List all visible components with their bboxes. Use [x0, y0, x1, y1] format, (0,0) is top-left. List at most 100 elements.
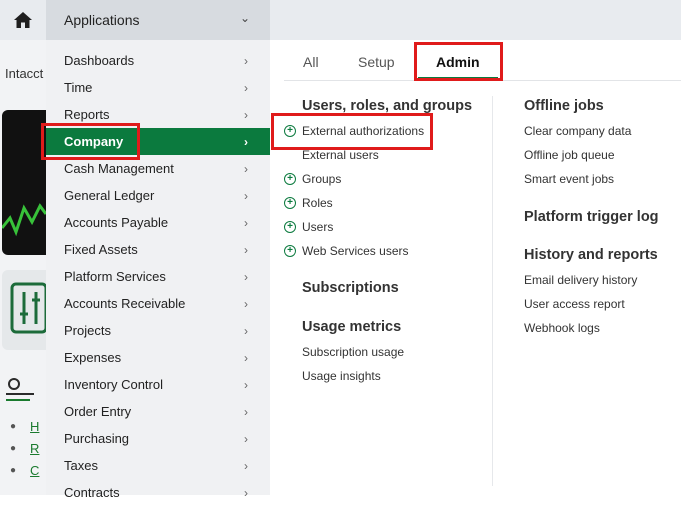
menu-item-order-entry[interactable]: Order Entry › [46, 398, 270, 425]
menu-item-accounts-payable[interactable]: Accounts Payable › [46, 209, 270, 236]
menu-item-contracts[interactable]: Contracts › [46, 479, 270, 506]
menu-item-label: Taxes [64, 458, 98, 473]
menu-item-dashboards[interactable]: Dashboards › [46, 47, 270, 74]
menu-item-label: Reports [64, 107, 110, 122]
link-user-access-report[interactable]: User access report [524, 297, 625, 311]
link-webhook-logs[interactable]: Webhook logs [524, 321, 600, 335]
add-circle-icon[interactable]: + [284, 125, 296, 137]
applications-menu: Dashboards › Time › Reports › Company › Cash… [46, 40, 270, 500]
link-subscription-usage[interactable]: Subscription usage [302, 345, 404, 359]
menu-item-platform-services[interactable]: Platform Services › [46, 263, 270, 290]
menu-item-expenses[interactable]: Expenses › [46, 344, 270, 371]
chevron-right-icon: › [244, 161, 248, 176]
chevron-right-icon: › [244, 296, 248, 311]
menu-item-label: Contracts [64, 485, 120, 500]
background-chart-card [2, 110, 46, 255]
home-icon [14, 12, 32, 28]
chevron-right-icon: › [244, 269, 248, 284]
home-button[interactable] [0, 0, 46, 40]
add-circle-icon[interactable]: + [284, 197, 296, 209]
tab-setup[interactable]: Setup [358, 54, 395, 70]
tab-admin[interactable]: Admin [436, 54, 480, 70]
chevron-right-icon: › [244, 323, 248, 338]
menu-item-label: General Ledger [64, 188, 155, 203]
link-external-authorizations[interactable]: + External authorizations [284, 124, 424, 138]
menu-item-cash-management[interactable]: Cash Management › [46, 155, 270, 182]
link-label: Groups [302, 172, 342, 186]
menu-item-label: Cash Management [64, 161, 174, 176]
chevron-right-icon: › [244, 485, 248, 500]
chevron-right-icon: › [244, 215, 248, 230]
link-usage-insights[interactable]: Usage insights [302, 369, 381, 383]
background-sliders-card [2, 270, 48, 350]
menu-item-projects[interactable]: Projects › [46, 317, 270, 344]
link-offline-job-queue[interactable]: Offline job queue [524, 148, 615, 162]
menu-item-label: Accounts Payable [64, 215, 169, 230]
applications-menu-button[interactable]: Applications ⌄ [46, 0, 270, 40]
menu-item-label: Fixed Assets [64, 242, 138, 257]
menu-item-label: Accounts Receivable [64, 296, 186, 311]
menu-item-label: Inventory Control [64, 377, 163, 392]
background-links: ● H ● R ● C [10, 418, 40, 478]
background-link[interactable]: C [30, 463, 39, 478]
add-circle-icon[interactable]: + [284, 221, 296, 233]
sliders-icon [10, 282, 48, 334]
link-label: External users [302, 148, 379, 162]
chevron-right-icon: › [244, 458, 248, 473]
line-chart-icon [2, 203, 46, 237]
link-roles[interactable]: + Roles [284, 196, 333, 210]
active-tab-indicator [418, 77, 498, 80]
column-divider [492, 96, 493, 486]
link-groups[interactable]: + Groups [284, 172, 341, 186]
menu-item-label: Projects [64, 323, 111, 338]
menu-item-inventory-control[interactable]: Inventory Control › [46, 371, 270, 398]
menu-item-purchasing[interactable]: Purchasing › [46, 425, 270, 452]
chevron-right-icon: › [244, 134, 248, 149]
chevron-right-icon: › [244, 404, 248, 419]
menu-item-time[interactable]: Time › [46, 74, 270, 101]
link-users[interactable]: + Users [284, 220, 333, 234]
chevron-right-icon: › [244, 188, 248, 203]
section-header-offline-jobs: Offline jobs [524, 98, 604, 114]
menu-item-taxes[interactable]: Taxes › [46, 452, 270, 479]
top-bar-empty [270, 0, 681, 40]
link-label: Users [302, 220, 334, 234]
link-label: Web Services users [302, 244, 409, 258]
chevron-right-icon: › [244, 431, 248, 446]
chevron-down-icon: ⌄ [239, 11, 250, 25]
menu-item-reports[interactable]: Reports › [46, 101, 270, 128]
background-company-text: Intacct [5, 66, 44, 81]
menu-item-company[interactable]: Company › [46, 128, 270, 155]
menu-item-label: Purchasing [64, 431, 130, 446]
link-email-delivery-history[interactable]: Email delivery history [524, 273, 637, 287]
menu-item-label: Time [64, 80, 93, 95]
menu-item-fixed-assets[interactable]: Fixed Assets › [46, 236, 270, 263]
add-circle-icon[interactable]: + [284, 245, 296, 257]
menu-item-accounts-receivable[interactable]: Accounts Receivable › [46, 290, 270, 317]
section-header-platform-trigger-log[interactable]: Platform trigger log [524, 209, 659, 225]
section-header-subscriptions: Subscriptions [302, 280, 399, 296]
menu-item-general-ledger[interactable]: General Ledger › [46, 182, 270, 209]
tab-all[interactable]: All [303, 54, 319, 70]
chevron-right-icon: › [244, 350, 248, 365]
link-clear-company-data[interactable]: Clear company data [524, 124, 631, 138]
background-illustration-icon [6, 378, 34, 401]
chevron-right-icon: › [244, 242, 248, 257]
add-circle-icon[interactable]: + [284, 173, 296, 185]
chevron-right-icon: › [244, 80, 248, 95]
menu-item-label: Platform Services [64, 269, 166, 284]
menu-item-label: Dashboards [64, 53, 135, 68]
menu-item-label: Order Entry [64, 404, 132, 419]
link-web-services-users[interactable]: + Web Services users [284, 244, 408, 258]
tabs-divider [284, 80, 681, 81]
link-smart-event-jobs[interactable]: Smart event jobs [524, 172, 614, 186]
menu-item-label: Company [64, 134, 124, 149]
chevron-right-icon: › [244, 107, 248, 122]
link-external-users[interactable]: External users [302, 148, 379, 162]
background-link[interactable]: R [30, 441, 39, 456]
link-label: External authorizations [302, 124, 425, 138]
applications-label: Applications [64, 12, 140, 28]
chevron-right-icon: › [244, 377, 248, 392]
section-header-users-roles-groups: Users, roles, and groups [302, 98, 473, 114]
background-link[interactable]: H [30, 419, 39, 434]
